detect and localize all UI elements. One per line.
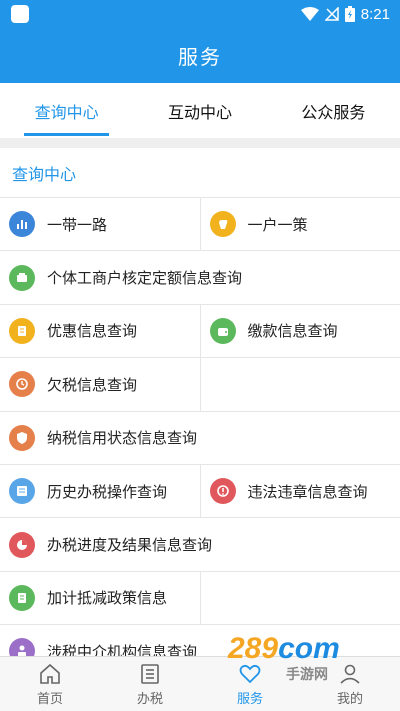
section-title: 查询中心 <box>0 148 400 198</box>
bottom-nav: 首页 办税 服务 我的 <box>0 656 400 711</box>
page-title: 服务 <box>178 45 222 69</box>
service-list[interactable]: 查询中心 一带一路 一户一策 个体工商户核定定额信息查询 优惠信息查询 缴款信息… <box>0 148 400 656</box>
tab-label: 互动中心 <box>167 102 232 122</box>
status-time: 8:21 <box>360 5 390 23</box>
item-progress[interactable]: 办税进度及结果信息查询 <box>0 518 400 570</box>
clock-icon <box>9 371 35 398</box>
nav-mine[interactable]: 我的 <box>300 657 400 711</box>
item-label: 缴款信息查询 <box>247 322 338 341</box>
tab-label: 查询中心 <box>34 102 99 122</box>
list-row: 个体工商户核定定额信息查询 <box>0 251 400 305</box>
nav-home[interactable]: 首页 <box>0 657 100 711</box>
nav-tax[interactable]: 办税 <box>100 657 200 711</box>
item-payment[interactable]: 缴款信息查询 <box>199 304 400 358</box>
app-bar: 服务 <box>0 28 400 83</box>
app-notification-icon <box>11 5 29 23</box>
list-row: 加计抵减政策信息 <box>0 571 400 626</box>
item-label: 历史办税操作查询 <box>47 482 168 501</box>
list-row: 一带一路 一户一策 <box>0 198 400 252</box>
tab-public-service[interactable]: 公众服务 <box>267 83 400 138</box>
item-label: 纳税信用状态信息查询 <box>47 429 198 448</box>
user-icon <box>340 664 360 684</box>
home-icon <box>40 663 60 684</box>
item-deduction[interactable]: 加计抵减政策信息 <box>0 572 200 624</box>
tab-label: 公众服务 <box>301 102 366 122</box>
active-tab-indicator <box>24 133 110 136</box>
nav-label: 我的 <box>336 691 363 707</box>
item-self-employed[interactable]: 个体工商户核定定额信息查询 <box>0 251 400 303</box>
empty-cell <box>199 571 400 625</box>
item-label: 个体工商户核定定额信息查询 <box>47 269 243 288</box>
empty-cell <box>199 358 400 411</box>
shield-icon <box>9 424 35 451</box>
no-signal-icon <box>324 7 339 21</box>
item-label: 加计抵减政策信息 <box>47 589 168 608</box>
tab-interaction-center[interactable]: 互动中心 <box>133 83 266 138</box>
item-label: 欠税信息查询 <box>47 375 138 394</box>
item-history[interactable]: 历史办税操作查询 <box>0 465 200 517</box>
list-row: 办税进度及结果信息查询 <box>0 518 400 572</box>
purse-icon <box>209 317 236 344</box>
item-credit-status[interactable]: 纳税信用状态信息查询 <box>0 412 400 464</box>
document-icon <box>9 317 35 344</box>
clipboard-icon <box>9 584 35 611</box>
wallet-icon <box>9 264 35 291</box>
item-label: 违法违章信息查询 <box>247 482 368 501</box>
item-one-policy[interactable]: 一户一策 <box>199 198 400 251</box>
list-row: 纳税信用状态信息查询 <box>0 412 400 465</box>
wifi-icon <box>300 7 319 21</box>
nav-label: 首页 <box>36 691 63 707</box>
item-label: 一户一策 <box>247 215 308 234</box>
tab-query-center[interactable]: 查询中心 <box>0 83 133 138</box>
list-row: 欠税信息查询 <box>0 358 400 412</box>
item-belt-road[interactable]: 一带一路 <box>0 198 200 250</box>
list-row: 优惠信息查询 缴款信息查询 <box>0 304 400 359</box>
section-gap <box>0 138 400 148</box>
nav-service[interactable]: 服务 <box>200 657 300 711</box>
heart-icon <box>239 664 261 683</box>
item-violation[interactable]: 违法违章信息查询 <box>199 464 400 518</box>
item-label: 优惠信息查询 <box>47 322 138 341</box>
nav-label: 办税 <box>136 691 163 707</box>
list-icon <box>141 663 159 684</box>
list-row: 历史办税操作查询 违法违章信息查询 <box>0 464 400 519</box>
nav-label: 服务 <box>236 691 263 707</box>
agency-icon <box>9 638 35 656</box>
hand-icon <box>209 211 236 238</box>
item-preferential[interactable]: 优惠信息查询 <box>0 305 200 357</box>
list-row: 涉税中介机构信息查询 <box>0 625 400 656</box>
item-label: 涉税中介机构信息查询 <box>47 642 198 656</box>
item-label: 一带一路 <box>47 215 108 234</box>
pie-chart-icon <box>9 531 35 558</box>
warning-icon <box>209 478 236 505</box>
history-icon <box>9 478 35 505</box>
item-arrears[interactable]: 欠税信息查询 <box>0 358 200 410</box>
chart-icon <box>9 211 35 238</box>
item-intermediary[interactable]: 涉税中介机构信息查询 <box>0 625 400 656</box>
tab-bar: 查询中心 互动中心 公众服务 <box>0 83 400 138</box>
item-label: 办税进度及结果信息查询 <box>47 536 213 555</box>
status-bar: 8:21 <box>0 0 400 28</box>
battery-icon <box>344 6 355 22</box>
